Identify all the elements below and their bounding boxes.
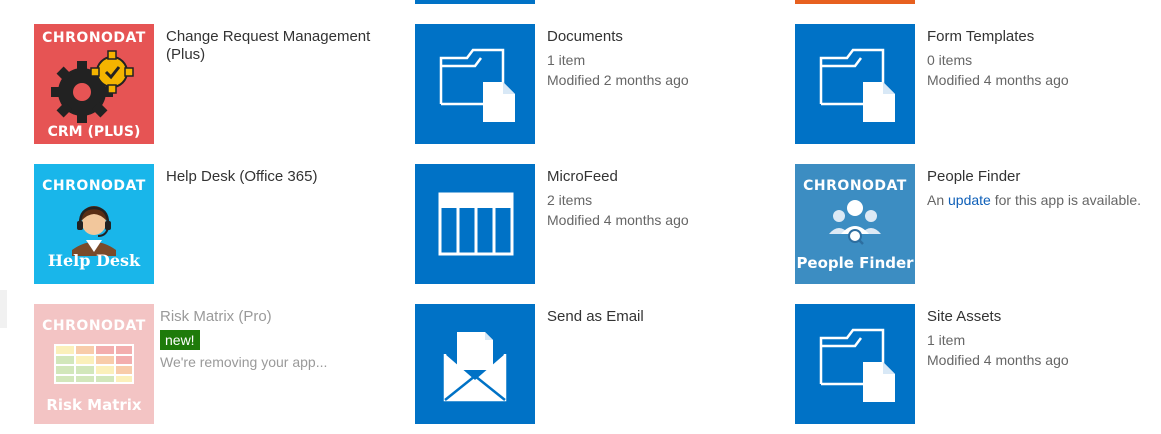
list-table-icon bbox=[438, 192, 514, 256]
app-title[interactable]: Site Assets bbox=[927, 308, 1157, 326]
thumb-caption: People Finder bbox=[796, 254, 914, 272]
update-notice: An update for this app is available. bbox=[927, 190, 1161, 210]
app-title[interactable]: Help Desk (Office 365) bbox=[166, 168, 396, 186]
app-title[interactable]: MicroFeed bbox=[547, 168, 777, 186]
modified-date: Modified 2 months ago bbox=[547, 72, 689, 88]
tile-top-partial-right[interactable] bbox=[795, 0, 915, 4]
item-count: 0 items bbox=[927, 52, 973, 68]
thumb-caption: Help Desk bbox=[47, 251, 141, 270]
app-title[interactable]: Risk Matrix (Pro) bbox=[160, 308, 390, 326]
app-thumbnail[interactable] bbox=[415, 164, 535, 284]
update-notice-suffix: for this app is available. bbox=[994, 192, 1142, 208]
modified-date: Modified 4 months ago bbox=[927, 352, 1069, 368]
item-count: 1 item bbox=[927, 332, 966, 348]
modified-date: Modified 4 months ago bbox=[547, 212, 689, 228]
thumb-caption: Risk Matrix bbox=[46, 396, 142, 414]
tile-top-partial-middle[interactable] bbox=[415, 0, 535, 4]
app-title[interactable]: Documents bbox=[547, 28, 777, 46]
folder-document-icon bbox=[439, 48, 515, 122]
update-notice-prefix: An bbox=[927, 192, 945, 208]
update-link[interactable]: update bbox=[948, 192, 991, 208]
folder-document-icon bbox=[819, 48, 895, 122]
app-title[interactable]: Change Request Management (Plus) bbox=[166, 28, 396, 64]
app-thumbnail[interactable] bbox=[415, 24, 535, 144]
new-badge: new! bbox=[160, 330, 200, 350]
app-title[interactable]: People Finder bbox=[927, 168, 1161, 186]
app-thumbnail[interactable] bbox=[795, 304, 915, 424]
scroll-edge bbox=[0, 290, 7, 328]
app-title[interactable]: Send as Email bbox=[547, 308, 777, 326]
app-thumbnail[interactable]: CHRONODAT Risk Matrix bbox=[34, 304, 154, 424]
item-count: 1 item bbox=[547, 52, 586, 68]
app-thumbnail[interactable] bbox=[415, 304, 535, 424]
folder-document-icon bbox=[819, 328, 895, 402]
modified-date: Modified 4 months ago bbox=[927, 72, 1069, 88]
envelope-document-icon bbox=[443, 332, 507, 402]
item-count: 2 items bbox=[547, 192, 593, 208]
removal-notice: We're removing your app... bbox=[160, 354, 328, 370]
app-thumbnail[interactable]: CHRONODAT People Finder bbox=[795, 164, 915, 284]
app-thumbnail[interactable] bbox=[795, 24, 915, 144]
app-title[interactable]: Form Templates bbox=[927, 28, 1157, 46]
app-thumbnail[interactable]: CHRONODAT Help Desk bbox=[34, 164, 154, 284]
thumb-caption: CRM (PLUS) bbox=[47, 124, 141, 140]
app-thumbnail[interactable]: CHRONODAT CRM (PLUS) bbox=[34, 24, 154, 144]
